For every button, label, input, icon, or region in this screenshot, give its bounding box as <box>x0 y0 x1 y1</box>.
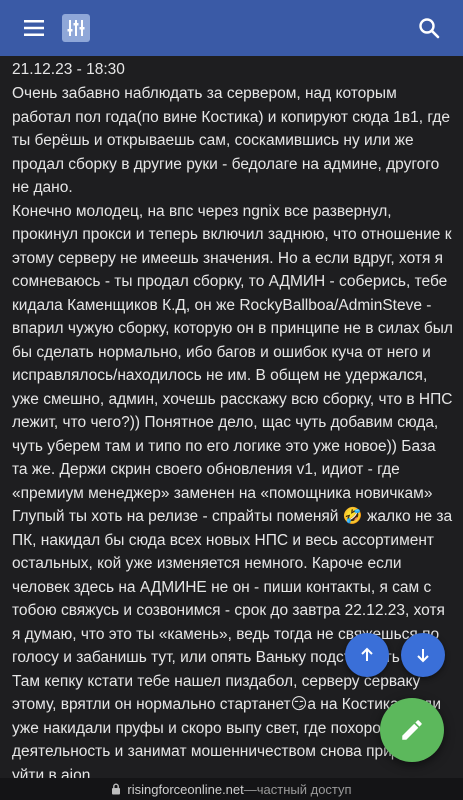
scroll-down-button[interactable] <box>401 633 445 677</box>
app-bar <box>0 0 463 56</box>
post-text-part-1: Очень забавно наблюдать за сервером, над… <box>12 85 453 525</box>
url-domain: risingforceonline.net <box>127 781 244 797</box>
post-content: 21.12.23 - 18:30 Очень забавно наблюдать… <box>0 56 463 778</box>
pencil-icon <box>402 720 422 740</box>
post-text-part-2: жалко не за ПК, накидал бы сюда всех нов… <box>12 508 457 666</box>
post-text: Очень забавно наблюдать за сервером, над… <box>12 82 453 778</box>
sliders-logo-icon <box>67 20 85 36</box>
search-icon <box>419 18 440 39</box>
hamburger-icon <box>24 20 44 36</box>
site-logo[interactable] <box>62 14 90 42</box>
lock-icon <box>112 783 121 795</box>
compose-button[interactable] <box>380 698 444 762</box>
smirk-emoji: 😏 <box>290 696 308 713</box>
private-mode-label: частный доступ <box>256 781 352 797</box>
arrow-up-icon <box>361 647 373 661</box>
url-separator: — <box>243 781 257 797</box>
browser-url-bar[interactable]: risingforceonline.net — частный доступ <box>0 778 463 800</box>
menu-button[interactable] <box>14 8 54 48</box>
scroll-up-button[interactable] <box>345 633 389 677</box>
arrow-down-icon <box>417 649 429 663</box>
search-button[interactable] <box>409 8 449 48</box>
post-date: 21.12.23 - 18:30 <box>12 61 125 78</box>
rofl-emoji: 🤣 <box>342 508 363 525</box>
